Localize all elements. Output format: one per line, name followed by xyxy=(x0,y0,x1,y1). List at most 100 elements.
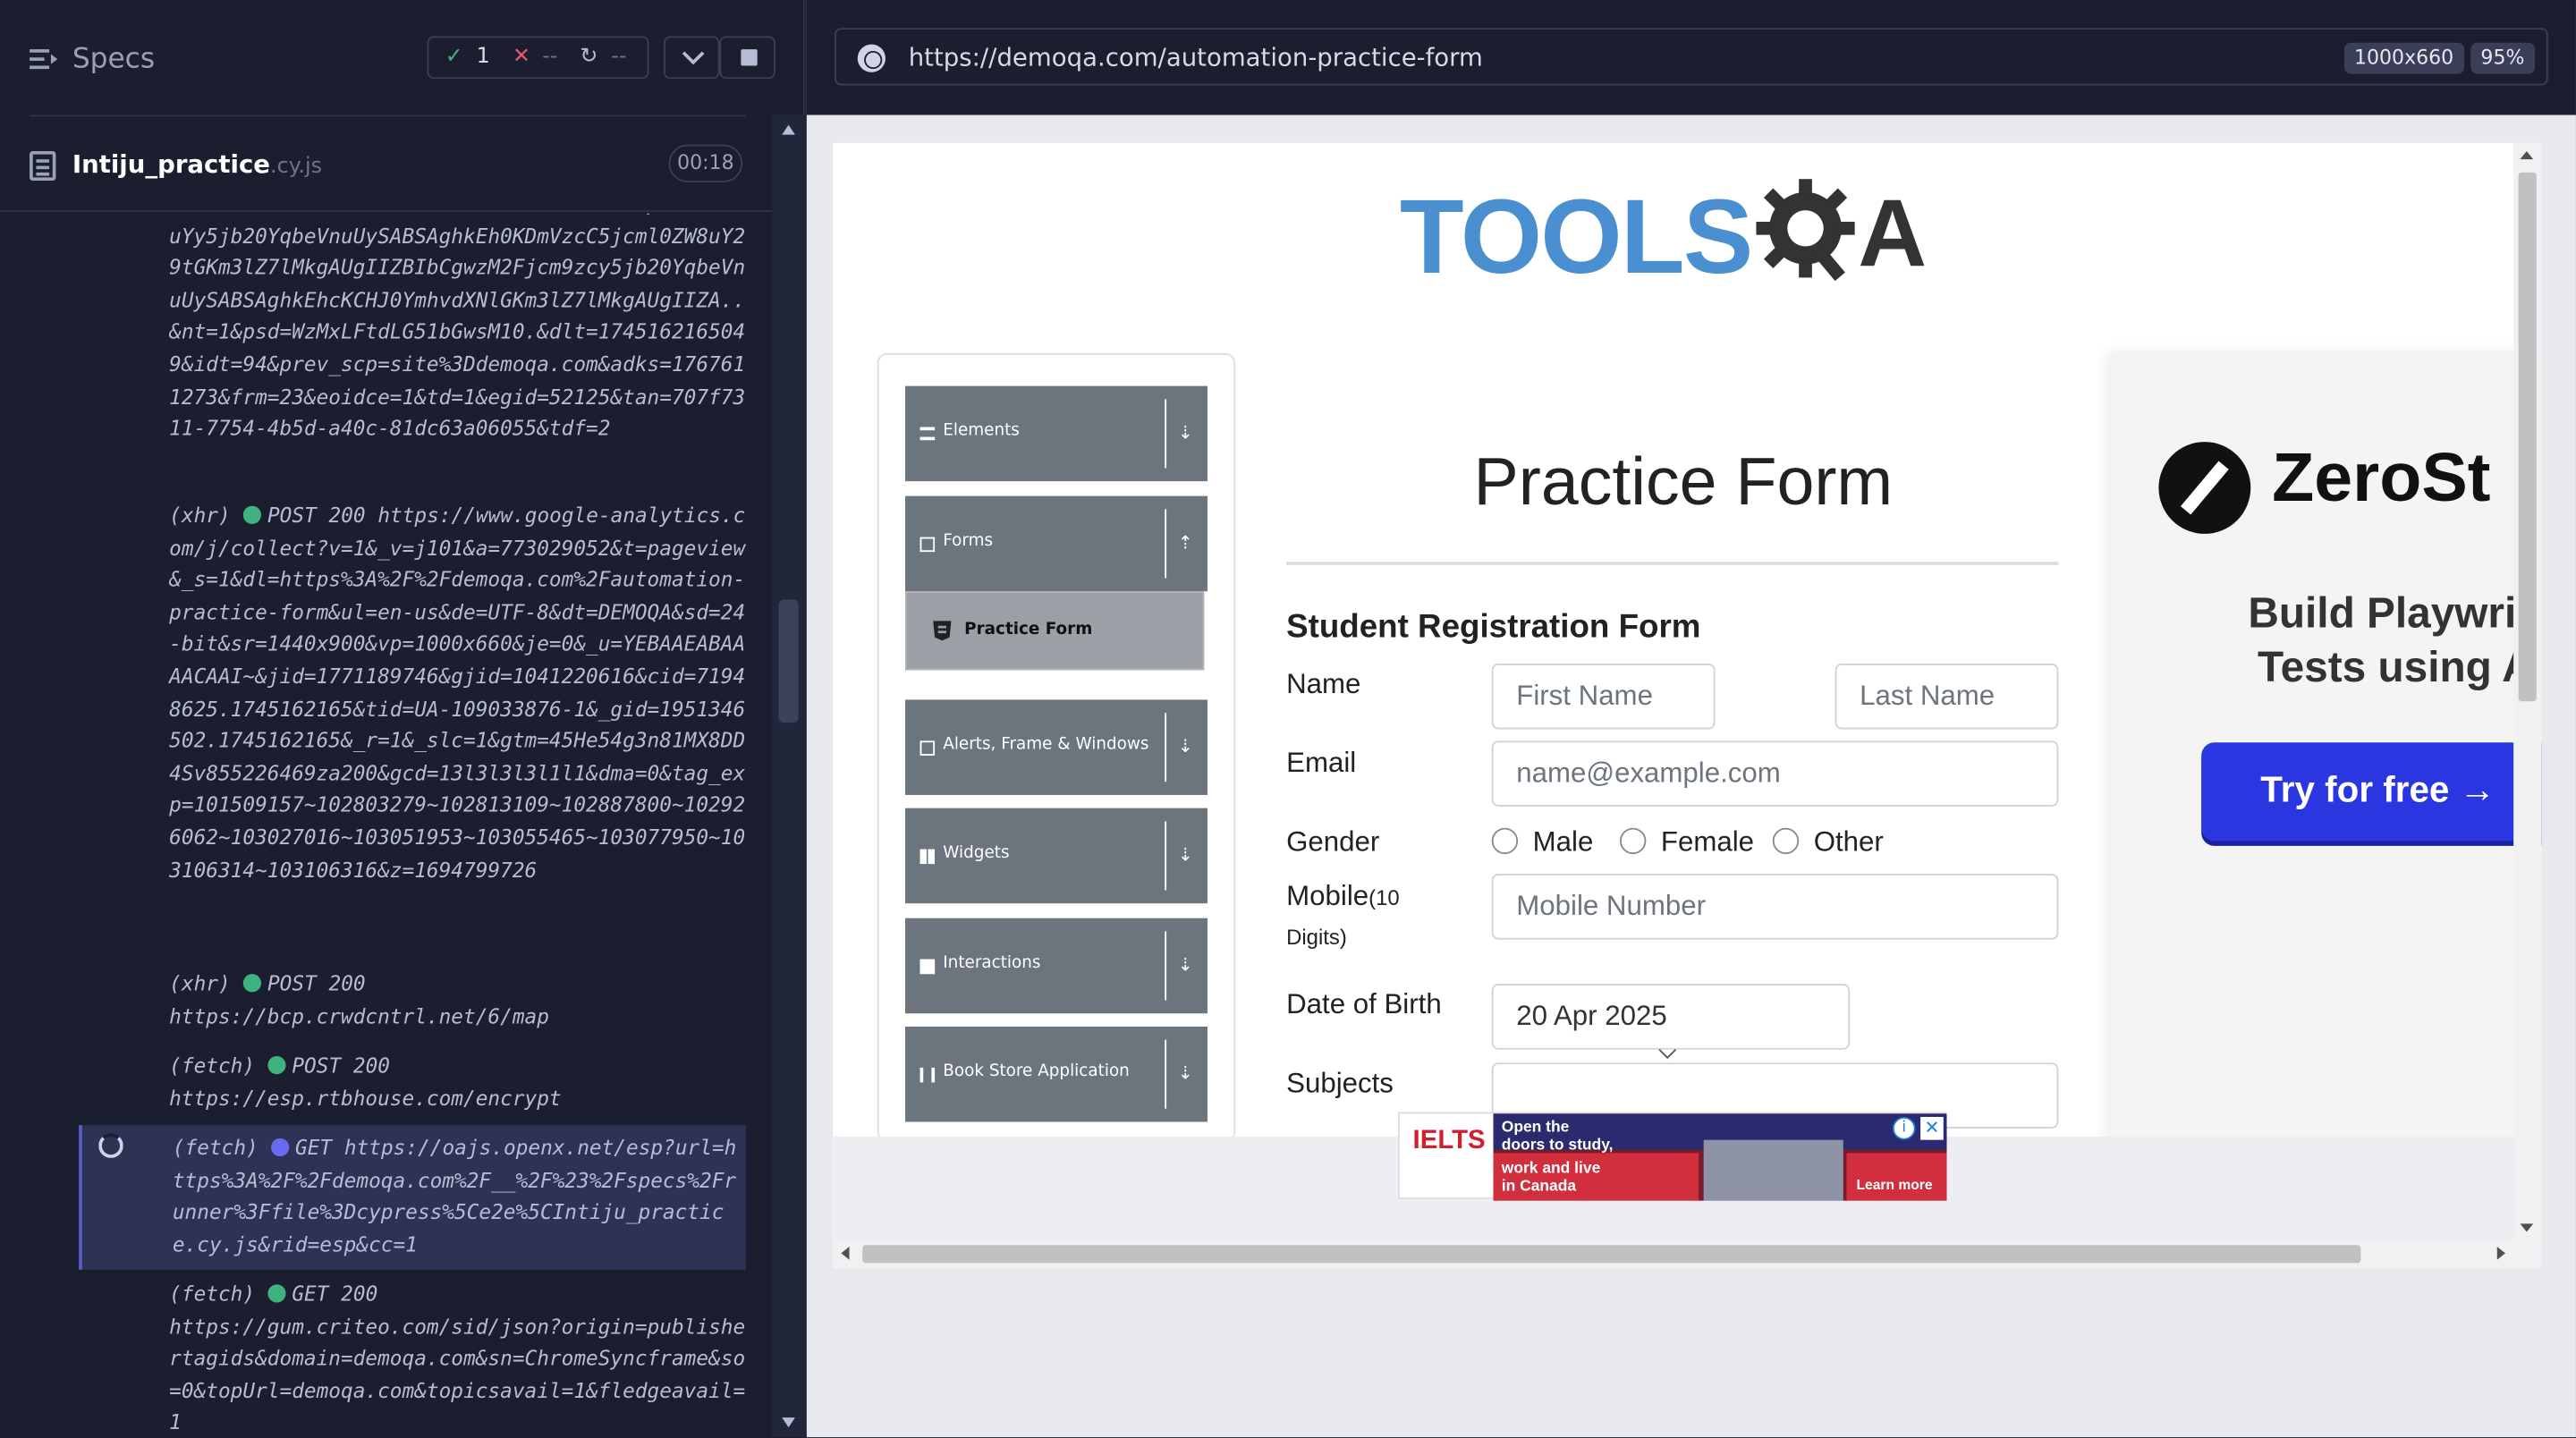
status-dot-icon xyxy=(242,974,261,993)
menu-label: Book Store Application xyxy=(943,1062,1130,1081)
ad-image[interactable]: Open the doors to study, work and live i… xyxy=(1493,1113,1947,1201)
menu-practice-form[interactable]: Practice Form xyxy=(905,591,1205,671)
file-icon xyxy=(30,150,56,182)
specs-header: Specs ✓ 1 ✕ -- ↻ -- xyxy=(0,0,805,115)
log-entry[interactable]: (xhr) POST 200 https://bcp.crwdcntrl.net/… xyxy=(79,968,746,1032)
chevron-down-icon: ⇣ xyxy=(1177,1062,1193,1085)
log-entry[interactable]: ADLaNmxLzQXAAMxLaGVmAmdLzMxhoGzlAALLbSNp… xyxy=(79,214,746,445)
log-scrollbar[interactable] xyxy=(772,114,805,1438)
dob-label: Date of Birth xyxy=(1286,988,1442,1020)
ad-info-icon[interactable]: i xyxy=(1892,1116,1916,1140)
status-dot-icon xyxy=(267,1284,286,1303)
stop-button[interactable] xyxy=(719,36,775,80)
ad-photo xyxy=(1703,1139,1843,1201)
divider xyxy=(1165,1039,1167,1109)
toolsqa-logo-a: A xyxy=(1858,181,1928,288)
expand-button[interactable] xyxy=(664,36,720,80)
zerostep-logo-icon xyxy=(2158,442,2251,534)
email-input[interactable]: name@example.com xyxy=(1491,740,2059,807)
scrollbar-thumb[interactable] xyxy=(2518,172,2537,702)
menu-label: Alerts, Frame & Windows xyxy=(943,735,1149,755)
gender-radio-female[interactable]: Female xyxy=(1619,826,1754,859)
chevron-down-icon: ⇣ xyxy=(1177,954,1193,976)
close-icon[interactable]: ✕ xyxy=(1920,1116,1944,1140)
log-entry[interactable]: (xhr) POST 200 https://www.google-analyt… xyxy=(79,499,746,885)
menu-forms[interactable]: Forms ⇡ xyxy=(905,495,1208,592)
try-for-free-button[interactable]: Try for free → xyxy=(2201,742,2542,842)
menu-label: Widgets xyxy=(943,844,1010,863)
first-name-input[interactable]: First Name xyxy=(1491,664,1716,730)
email-label: Email xyxy=(1286,747,1357,779)
viewport-size-badge[interactable]: 1000x660 xyxy=(2343,42,2464,74)
spec-duration: 00:18 xyxy=(668,144,743,182)
ielts-ad[interactable]: IELTS Open the doors to study, work and … xyxy=(1398,1112,1947,1201)
scroll-left-icon[interactable] xyxy=(841,1247,850,1260)
specs-list-icon[interactable] xyxy=(30,47,58,71)
ad-brand: IELTS xyxy=(1412,1126,1486,1155)
scroll-down-icon[interactable] xyxy=(2520,1223,2534,1232)
browser-panel: https://demoqa.com/automation-practice-f… xyxy=(806,0,2576,1438)
chevron-down-icon: ⇣ xyxy=(1177,844,1193,866)
mobile-input[interactable]: Mobile Number xyxy=(1491,874,2059,940)
window-icon xyxy=(919,740,936,756)
datepicker-caret-icon xyxy=(1658,1049,1677,1060)
scroll-up-icon[interactable] xyxy=(782,124,795,135)
stop-icon xyxy=(741,49,758,66)
app-viewport: TOOLS A Elements ⇣ Forms ⇡ Practice Form… xyxy=(833,142,2542,1268)
url-text[interactable]: https://demoqa.com/automation-practice-f… xyxy=(909,43,1483,72)
pending-count: -- xyxy=(611,44,627,70)
name-label: Name xyxy=(1286,668,1361,700)
date-of-birth-input[interactable]: 20 Apr 2025 xyxy=(1491,984,1851,1050)
scrollbar-thumb[interactable] xyxy=(862,1245,2361,1264)
menu-interactions[interactable]: Interactions ⇣ xyxy=(905,918,1208,1014)
divider xyxy=(1165,821,1167,891)
gender-radio-other[interactable]: Other xyxy=(1772,826,1884,859)
form-heading: Student Registration Form xyxy=(1286,609,1701,646)
scrollbar-thumb[interactable] xyxy=(778,599,799,723)
vertical-scrollbar[interactable] xyxy=(2513,142,2542,1240)
passed-count: 1 xyxy=(476,44,490,70)
scroll-right-icon[interactable] xyxy=(2496,1247,2505,1260)
ad-tagline: Build Playwrig Tests using A xyxy=(2248,588,2542,692)
menu-label: Interactions xyxy=(943,954,1041,973)
zerostep-ad[interactable]: ZeroSt Build Playwrig Tests using A Try … xyxy=(2107,352,2542,1240)
zoom-badge: 95% xyxy=(2470,42,2535,74)
status-dot-icon xyxy=(242,505,261,524)
scroll-down-icon[interactable] xyxy=(782,1417,795,1428)
menu-elements[interactable]: Elements ⇣ xyxy=(905,385,1208,482)
menu-label: Practice Form xyxy=(964,621,1093,639)
toolsqa-logo-text[interactable]: TOOLS xyxy=(1400,176,1753,298)
menu-label: Elements xyxy=(943,422,1020,441)
status-dot-icon xyxy=(267,1055,286,1075)
last-name-input[interactable]: Last Name xyxy=(1835,664,2059,730)
log-entry-active[interactable]: (fetch) GET https://oajs.openx.net/esp?u… xyxy=(79,1125,746,1270)
ad-learn-more[interactable]: Learn more xyxy=(1856,1176,1932,1194)
horizontal-scrollbar[interactable] xyxy=(833,1239,2542,1268)
failed-icon: ✕ xyxy=(513,44,531,70)
gender-label: Gender xyxy=(1286,825,1380,858)
ad-text: work and live xyxy=(1501,1159,1601,1178)
menu-book-store[interactable]: Book Store Application ⇣ xyxy=(905,1026,1208,1122)
specs-title: Specs xyxy=(72,42,156,76)
mobile-label: Mobile(10 xyxy=(1286,880,1400,912)
gear-logo-icon xyxy=(1756,179,1855,282)
command-log: ADLaNmxLzQXAAMxLaGVmAmdLzMxhoGzlAALLbSNp… xyxy=(0,214,772,1437)
spec-file-row[interactable]: Intiju_practice.cy.js 00:18 xyxy=(0,116,773,212)
menu-alerts-frame-windows[interactable]: Alerts, Frame & Windows ⇣ xyxy=(905,699,1208,795)
url-bar[interactable]: https://demoqa.com/automation-practice-f… xyxy=(835,28,2548,86)
radio-icon[interactable] xyxy=(1491,827,1519,855)
radio-icon[interactable] xyxy=(1619,827,1647,855)
subjects-label: Subjects xyxy=(1286,1067,1394,1099)
widgets-grid-icon xyxy=(919,849,936,865)
divider xyxy=(1165,713,1167,782)
log-entry[interactable]: (fetch) POST 200 https://esp.rtbhouse.com… xyxy=(79,1050,746,1114)
gender-radio-male[interactable]: Male xyxy=(1491,826,1593,859)
scroll-up-icon[interactable] xyxy=(2520,150,2534,160)
chevron-down-icon: ⇣ xyxy=(1177,422,1193,444)
divider xyxy=(1165,509,1167,579)
list-icon xyxy=(919,427,936,441)
log-entry[interactable]: (fetch) GET 200 https://gum.criteo.com/si… xyxy=(79,1278,746,1437)
radio-icon[interactable] xyxy=(1772,827,1800,855)
divider xyxy=(1286,562,2059,565)
menu-widgets[interactable]: Widgets ⇣ xyxy=(905,808,1208,904)
